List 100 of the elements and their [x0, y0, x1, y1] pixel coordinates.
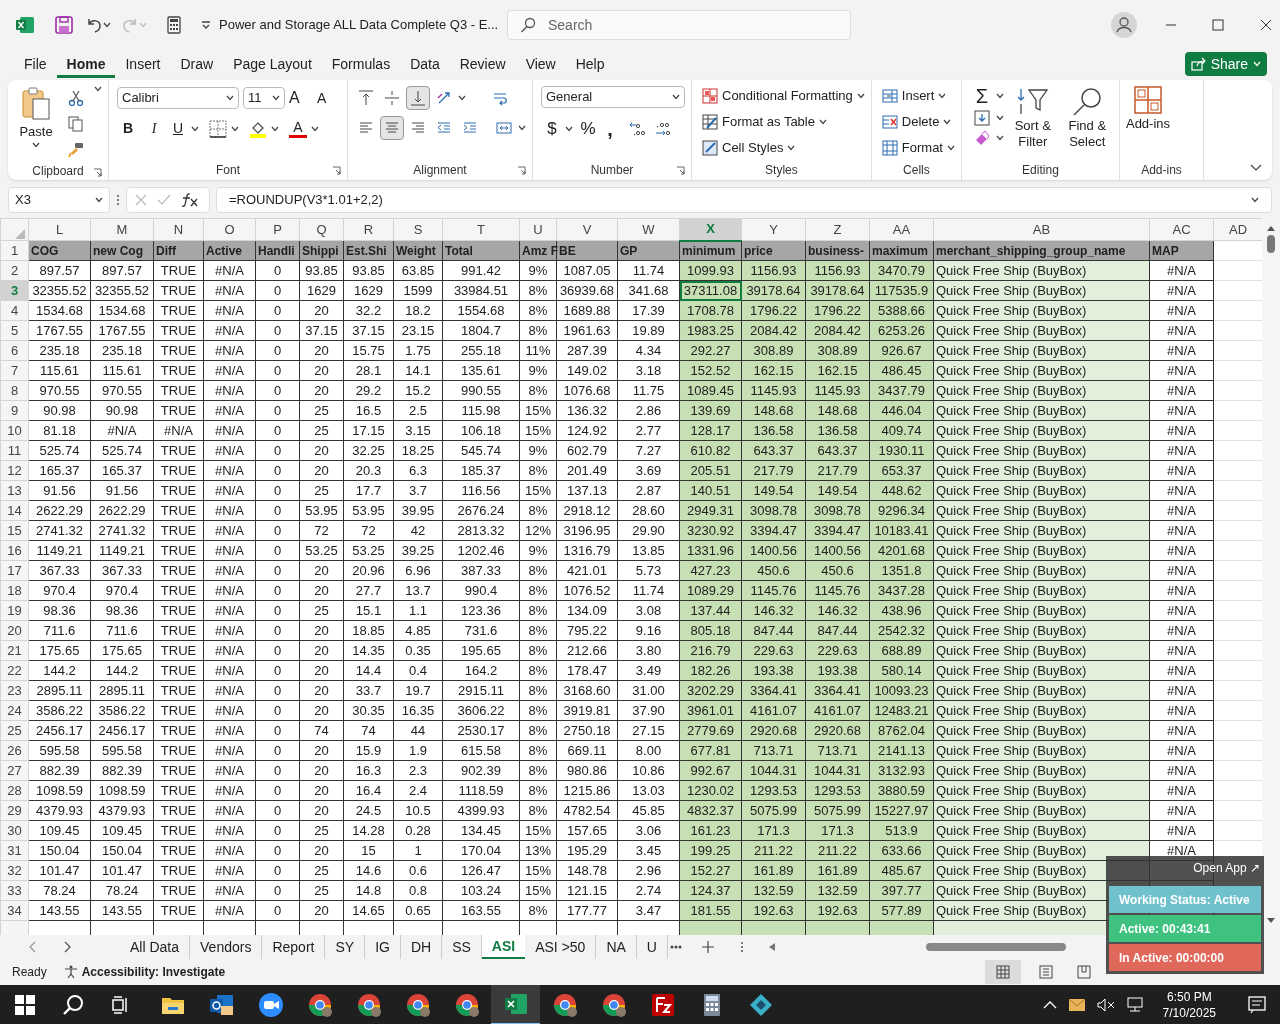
- caret-icon[interactable]: [565, 125, 573, 132]
- caret-icon[interactable]: [272, 95, 280, 101]
- column-header[interactable]: S: [393, 218, 443, 241]
- enter-check-icon[interactable]: [157, 194, 171, 206]
- caret-icon[interactable]: [995, 115, 1004, 121]
- row-header[interactable]: 22: [0, 660, 29, 681]
- transfer-app-icon[interactable]: [649, 992, 676, 1018]
- row-header[interactable]: 28: [0, 780, 29, 801]
- caret-icon[interactable]: [94, 86, 102, 92]
- customize-caret-icon[interactable]: [201, 20, 211, 30]
- row-header[interactable]: 34: [0, 900, 29, 921]
- column-header[interactable]: L: [28, 218, 91, 241]
- caret-icon[interactable]: [518, 125, 526, 131]
- column-header[interactable]: Z: [805, 218, 870, 241]
- delete-cells-button[interactable]: Delete: [881, 112, 955, 132]
- bold-button[interactable]: B: [117, 118, 139, 139]
- menu-tab[interactable]: View: [515, 50, 566, 78]
- row-header[interactable]: 26: [0, 740, 29, 761]
- row-header[interactable]: 12: [0, 460, 29, 481]
- row-header[interactable]: 5: [0, 320, 29, 341]
- row-header[interactable]: 25: [0, 720, 29, 741]
- row-header[interactable]: 18: [0, 580, 29, 601]
- row-header[interactable]: 27: [0, 760, 29, 781]
- row-header[interactable]: 19: [0, 600, 29, 621]
- currency-button[interactable]: $: [545, 116, 559, 142]
- previous-sheet-icon[interactable]: [28, 941, 36, 953]
- browser-icon[interactable]: [355, 992, 382, 1018]
- dialog-launcher-icon[interactable]: [332, 166, 341, 175]
- font-name-dropdown[interactable]: Calibri: [117, 87, 239, 109]
- scroll-down-icon[interactable]: [1266, 917, 1276, 925]
- row-header[interactable]: 16: [0, 540, 29, 561]
- browser-icon[interactable]: [600, 992, 627, 1018]
- menu-tab[interactable]: Insert: [115, 50, 171, 78]
- number-format-dropdown[interactable]: General: [541, 86, 685, 108]
- caret-icon[interactable]: [458, 95, 466, 101]
- font-color-button[interactable]: A: [289, 119, 307, 138]
- bottom-align-button[interactable]: [406, 86, 430, 110]
- row-header[interactable]: 4: [0, 300, 29, 321]
- increase-font-size-button[interactable]: A: [289, 86, 313, 110]
- borders-icon[interactable]: [209, 119, 227, 138]
- row-header[interactable]: 24: [0, 700, 29, 721]
- underline-button[interactable]: U: [169, 118, 187, 139]
- add-ins-button[interactable]: Add-ins: [1125, 86, 1171, 132]
- caret-icon[interactable]: [103, 22, 111, 28]
- row-header[interactable]: 21: [0, 640, 29, 661]
- menu-tab[interactable]: Formulas: [321, 50, 401, 78]
- column-header[interactable]: T: [442, 218, 520, 241]
- column-header[interactable]: X: [679, 218, 742, 241]
- close-icon[interactable]: [1260, 19, 1272, 31]
- row-header[interactable]: 7: [0, 360, 29, 381]
- mail-icon[interactable]: [1068, 999, 1085, 1011]
- speaker-muted-icon[interactable]: [1096, 998, 1115, 1012]
- row-header[interactable]: 2: [0, 260, 29, 281]
- mail-app-icon[interactable]: [208, 992, 235, 1018]
- dialog-launcher-icon[interactable]: [517, 166, 526, 175]
- caret-icon[interactable]: [1251, 197, 1259, 203]
- column-header[interactable]: AB: [933, 218, 1150, 241]
- share-button[interactable]: Share: [1184, 52, 1267, 76]
- row-header[interactable]: 9: [0, 400, 29, 421]
- menu-tab[interactable]: Help: [565, 50, 615, 78]
- menu-tab[interactable]: File: [14, 50, 57, 78]
- search-field[interactable]: Search: [507, 10, 851, 40]
- sort-filter-button[interactable]: Sort & Filter: [1009, 86, 1056, 150]
- accessibility-button[interactable]: Accessibility: Investigate: [63, 963, 226, 981]
- video-camera-icon[interactable]: [257, 992, 284, 1018]
- caret-icon[interactable]: [995, 93, 1004, 99]
- caret-icon[interactable]: [818, 119, 827, 125]
- insert-function-icon[interactable]: [181, 192, 199, 208]
- normal-view-button[interactable]: [985, 960, 1022, 984]
- fill-down-icon[interactable]: [973, 110, 990, 126]
- menu-tab[interactable]: Data: [400, 50, 450, 78]
- find-select-button[interactable]: Find & Select: [1061, 86, 1113, 150]
- row-header[interactable]: 30: [0, 820, 29, 841]
- browser-icon[interactable]: [453, 992, 480, 1018]
- more-options-icon[interactable]: [116, 194, 120, 206]
- row-header[interactable]: 15: [0, 520, 29, 541]
- caret-icon[interactable]: [787, 145, 796, 151]
- row-header[interactable]: 1: [0, 240, 29, 261]
- scroll-up-icon[interactable]: [1266, 224, 1276, 232]
- row-header[interactable]: 11: [0, 440, 29, 461]
- row-header[interactable]: 6: [0, 340, 29, 361]
- row-header[interactable]: 8: [0, 380, 29, 401]
- calculator-icon[interactable]: [167, 16, 181, 34]
- format-cells-button[interactable]: Format: [881, 138, 955, 158]
- column-header[interactable]: N: [153, 218, 204, 241]
- caret-icon[interactable]: [311, 125, 319, 132]
- caret-icon[interactable]: [946, 145, 955, 151]
- row-header[interactable]: 31: [0, 840, 29, 861]
- menu-tab[interactable]: Review: [449, 50, 516, 78]
- column-header[interactable]: W: [617, 218, 680, 241]
- row-header[interactable]: 23: [0, 680, 29, 701]
- caret-icon[interactable]: [943, 119, 952, 125]
- menu-tab[interactable]: Draw: [170, 50, 224, 78]
- column-header[interactable]: M: [90, 218, 154, 241]
- increase-decimal-icon[interactable]: [629, 120, 647, 137]
- caret-icon[interactable]: [856, 93, 865, 99]
- save-icon[interactable]: [55, 16, 73, 34]
- browser-icon[interactable]: [551, 992, 578, 1018]
- caret-icon[interactable]: [271, 125, 279, 132]
- scroll-left-icon[interactable]: [767, 942, 776, 952]
